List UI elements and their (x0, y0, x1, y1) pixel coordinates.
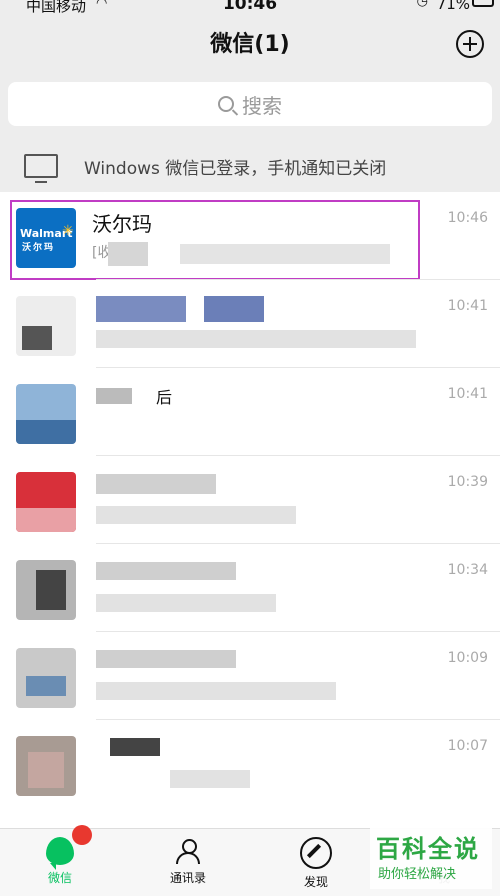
tab-label: 微信 (47, 871, 72, 885)
battery-icon (472, 0, 494, 7)
watermark-logo: 百科全说 助你轻松解决 (370, 827, 492, 889)
search-icon (218, 96, 234, 112)
tab-contacts[interactable]: 通讯录 (148, 837, 228, 886)
chat-list: Walmart ✳ 沃尔玛 沃尔玛 [收 10:46 10:41 后 10:41 (0, 192, 500, 828)
blurred-avatar (16, 472, 76, 532)
chat-row[interactable]: 10:07 (0, 720, 500, 808)
chat-time: 10:41 (447, 386, 488, 402)
status-bar: 中国移动 ◠ 10:46 ◷ 71% (0, 0, 500, 15)
chat-row[interactable]: 10:39 (0, 456, 500, 544)
watermark-subtitle: 助你轻松解决 (378, 867, 457, 882)
highlight-box (10, 200, 420, 280)
alarm-icon: ◷ (416, 0, 428, 9)
blurred-name (96, 650, 236, 668)
blurred-avatar (16, 560, 76, 620)
blurred-avatar (16, 296, 76, 356)
watermark-title: 百科全说 (376, 835, 480, 863)
blurred-preview (96, 506, 296, 524)
contacts-icon (174, 837, 202, 865)
unread-badge (72, 825, 92, 845)
blurred-name (96, 296, 186, 322)
blurred-name (204, 296, 264, 322)
blurred-avatar (16, 648, 76, 708)
tab-label: 通讯录 (169, 871, 206, 885)
chat-row[interactable]: 10:09 (0, 632, 500, 720)
tab-label: 发现 (303, 875, 328, 889)
chat-time: 10:46 (447, 210, 488, 226)
blurred-preview (96, 330, 416, 348)
notice-text: Windows 微信已登录，手机通知已关闭 (84, 159, 387, 179)
blurred-name (96, 474, 216, 494)
chat-time: 10:41 (447, 298, 488, 314)
blurred-preview (96, 682, 336, 700)
blurred-name (110, 738, 160, 756)
blurred-name (96, 388, 132, 404)
blurred-preview (96, 594, 276, 612)
page-title: 微信(1) (210, 32, 290, 57)
chat-row-walmart[interactable]: Walmart ✳ 沃尔玛 沃尔玛 [收 10:46 (0, 192, 500, 280)
chat-time: 10:34 (447, 562, 488, 578)
add-icon[interactable] (456, 30, 484, 58)
monitor-icon (24, 154, 58, 183)
chat-icon (46, 825, 92, 870)
windows-login-notice[interactable]: Windows 微信已登录，手机通知已关闭 (0, 138, 500, 192)
chat-time: 10:39 (447, 474, 488, 490)
chat-row[interactable]: 10:34 (0, 544, 500, 632)
chat-time: 10:07 (447, 738, 488, 754)
search-bar[interactable]: 搜索 (8, 82, 492, 126)
chat-time: 10:09 (447, 650, 488, 666)
chat-row[interactable]: 后 10:41 (0, 368, 500, 456)
blurred-preview (170, 770, 250, 788)
tab-discover[interactable]: 发现 (276, 837, 356, 890)
search-placeholder: 搜索 (242, 93, 282, 118)
blurred-avatar (16, 736, 76, 796)
blurred-name (96, 562, 236, 580)
chat-row[interactable]: 10:41 (0, 280, 500, 368)
tab-chats[interactable]: 微信 (20, 825, 100, 886)
chat-name: 后 (156, 388, 173, 407)
battery-percent: 71% (436, 0, 470, 13)
blurred-avatar (16, 384, 76, 444)
compass-icon (300, 837, 332, 869)
